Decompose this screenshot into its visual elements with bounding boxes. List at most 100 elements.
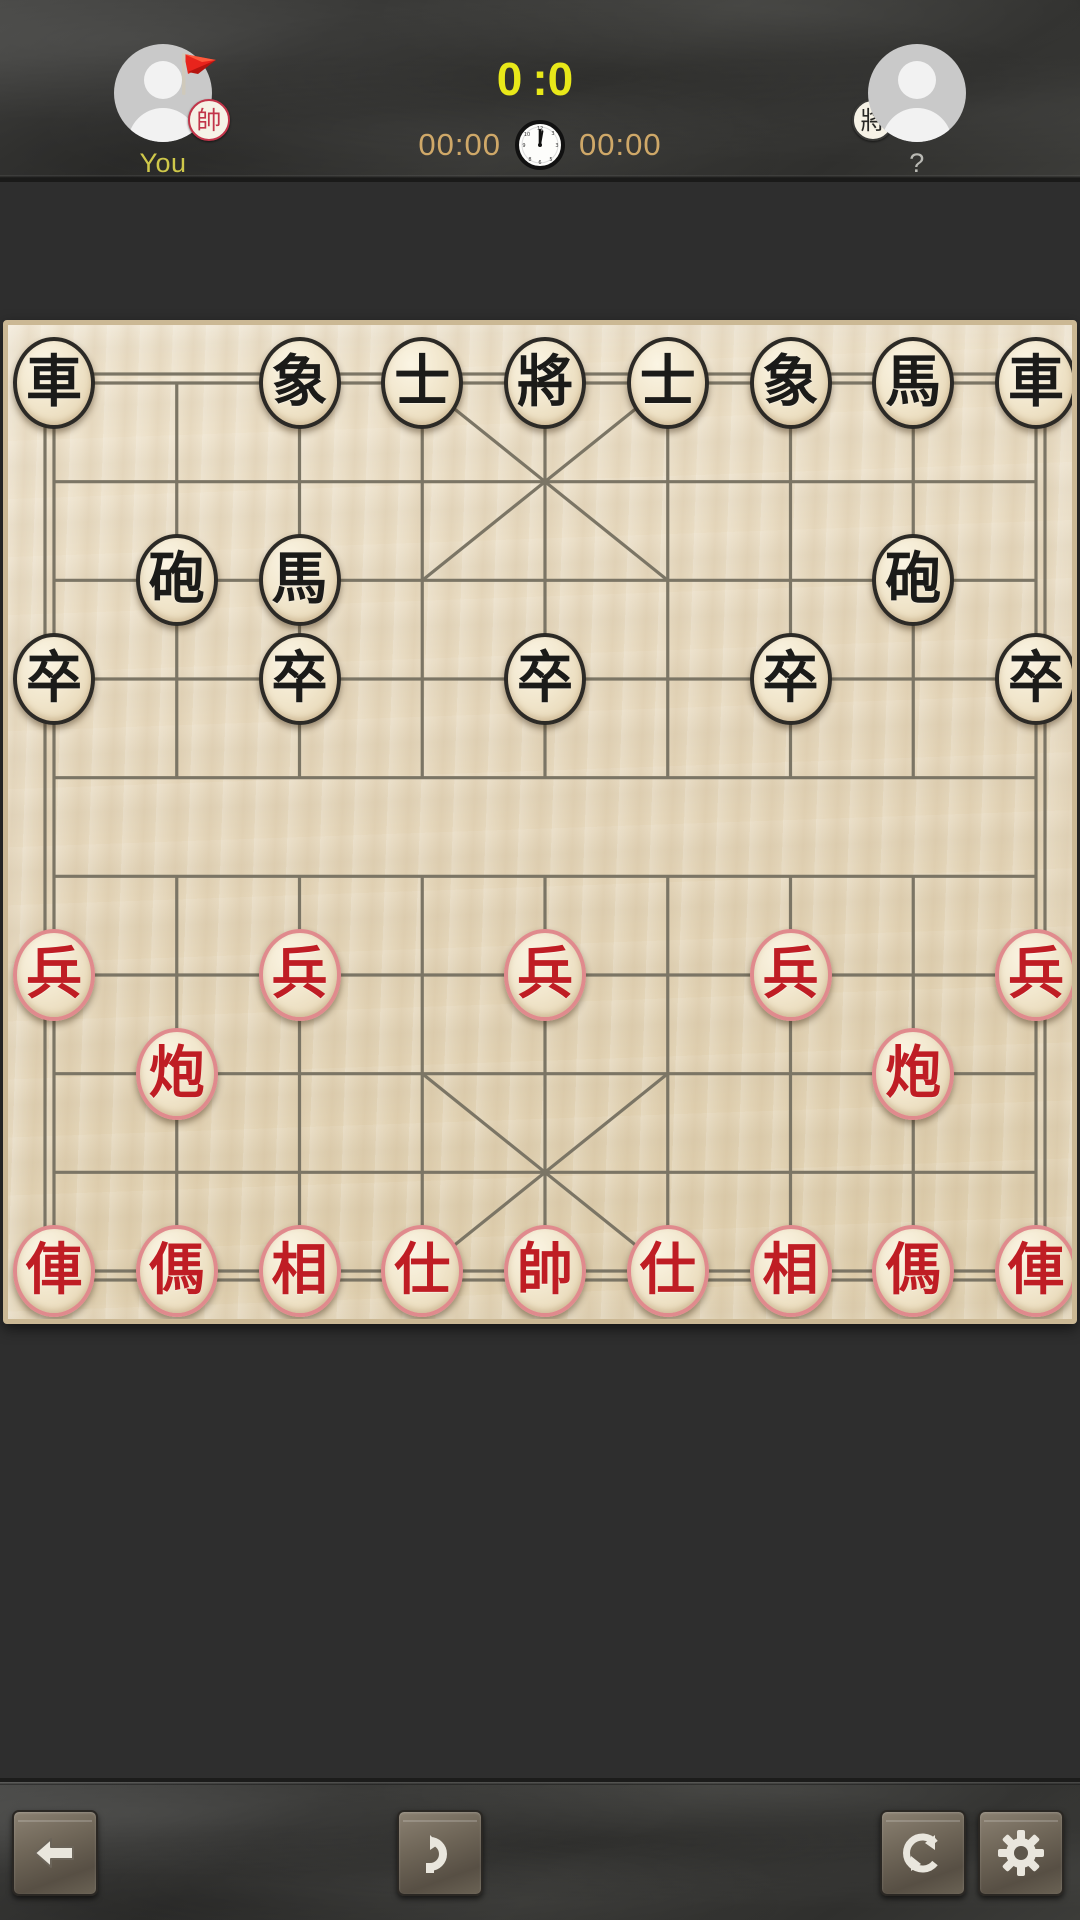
piece-glyph: 卒 [271, 646, 328, 711]
black-soldier[interactable]: 卒 [749, 633, 832, 725]
piece-glyph: 卒 [517, 646, 573, 711]
piece-glyph: 傌 [148, 1238, 205, 1303]
score-right: 0 [547, 53, 584, 105]
red-soldier[interactable]: 兵 [13, 929, 95, 1021]
restart-button[interactable] [880, 1810, 966, 1896]
black-advisor[interactable]: 士 [381, 337, 464, 429]
player-name-left: You [139, 148, 187, 178]
player-panel-left: You [48, 44, 278, 179]
piece-glyph: 砲 [885, 547, 942, 613]
red-advisor[interactable]: 仕 [381, 1225, 464, 1317]
black-cannon[interactable]: 砲 [135, 534, 218, 627]
piece-glyph: 卒 [762, 646, 819, 711]
back-button[interactable] [12, 1810, 98, 1896]
settings-button[interactable] [978, 1810, 1064, 1896]
piece-glyph: 兵 [1008, 942, 1064, 1007]
avatar-body-icon [128, 108, 198, 142]
red-elephant[interactable]: 相 [749, 1225, 832, 1317]
svg-text:3: 3 [551, 131, 554, 137]
svg-text:12: 12 [537, 126, 543, 132]
player-panel-right: ? [802, 44, 1032, 179]
score-row: 0:0 [320, 56, 760, 102]
black-soldier[interactable]: 卒 [13, 633, 95, 725]
red-soldier[interactable]: 兵 [504, 929, 586, 1021]
black-chariot[interactable]: 車 [13, 337, 95, 429]
red-soldier[interactable]: 兵 [995, 929, 1072, 1021]
board-grid [43, 372, 1047, 1282]
score-separator: : [532, 53, 548, 105]
piece-glyph: 卒 [26, 646, 82, 711]
bottom-toolbar [0, 1778, 1080, 1920]
avatar-body-icon [882, 108, 952, 142]
refresh-circle-icon [903, 1833, 938, 1873]
undo-arrow-icon [426, 1835, 447, 1873]
piece-glyph: 兵 [517, 942, 573, 1007]
svg-text:10: 10 [524, 132, 530, 138]
arrow-left-icon [34, 1838, 74, 1868]
avatar[interactable] [868, 44, 966, 142]
red-general-badge: 帥 [188, 99, 230, 141]
piece-glyph: 士 [639, 350, 696, 415]
black-chariot[interactable]: 車 [995, 337, 1072, 429]
piece-glyph: 仕 [639, 1238, 696, 1303]
svg-text:8: 8 [528, 157, 531, 163]
score-and-clock-panel: 0:0 00:00 12 3 3 6 9 10 8 5 00:00 [320, 56, 760, 170]
piece-glyph: 俥 [26, 1238, 82, 1303]
player-name-right: ? [909, 148, 925, 178]
piece-glyph: 炮 [885, 1040, 942, 1106]
xiangqi-board[interactable]: 車象士將士象馬車砲馬砲卒卒卒卒卒兵兵兵兵兵炮炮俥傌相仕帥仕相傌俥 [3, 320, 1077, 1324]
red-chariot[interactable]: 俥 [995, 1225, 1072, 1317]
black-general[interactable]: 將 [504, 337, 586, 429]
red-cannon[interactable]: 炮 [872, 1027, 955, 1120]
piece-glyph: 炮 [148, 1040, 205, 1106]
piece-glyph: 車 [26, 350, 82, 415]
piece-glyph: 砲 [148, 547, 205, 613]
black-cannon[interactable]: 砲 [872, 534, 955, 627]
piece-glyph: 相 [762, 1238, 819, 1303]
piece-glyph: 俥 [1008, 1238, 1064, 1303]
gear-icon [998, 1830, 1044, 1876]
game-header: You 帥 0:0 00:00 12 3 3 6 9 10 8 5 00:00 將 … [0, 0, 1080, 182]
undo-button[interactable] [397, 1810, 483, 1896]
black-elephant[interactable]: 象 [749, 337, 832, 429]
red-soldier[interactable]: 兵 [749, 929, 832, 1021]
piece-glyph: 兵 [271, 942, 328, 1007]
avatar-head-icon [898, 61, 936, 99]
red-chariot[interactable]: 俥 [13, 1225, 95, 1317]
score-left: 0 [496, 53, 533, 105]
red-horse[interactable]: 傌 [872, 1225, 955, 1317]
red-advisor[interactable]: 仕 [626, 1225, 709, 1317]
piece-glyph: 象 [762, 350, 819, 415]
svg-text:6: 6 [538, 160, 541, 166]
piece-glyph: 馬 [885, 350, 942, 415]
piece-glyph: 車 [1008, 350, 1064, 415]
black-horse[interactable]: 馬 [258, 534, 341, 627]
black-elephant[interactable]: 象 [258, 337, 341, 429]
red-general[interactable]: 帥 [504, 1225, 586, 1317]
timer-right: 00:00 [579, 127, 662, 162]
red-cannon[interactable]: 炮 [135, 1027, 218, 1120]
piece-glyph: 傌 [885, 1238, 942, 1303]
svg-text:9: 9 [522, 143, 525, 149]
black-horse[interactable]: 馬 [872, 337, 955, 429]
piece-glyph: 仕 [394, 1238, 451, 1303]
red-flag-icon [182, 53, 216, 95]
piece-glyph: 兵 [26, 942, 82, 1007]
piece-glyph: 將 [517, 350, 573, 415]
piece-glyph: 士 [394, 350, 451, 415]
svg-text:5: 5 [549, 157, 552, 163]
black-soldier[interactable]: 卒 [258, 633, 341, 725]
black-soldier[interactable]: 卒 [504, 633, 586, 725]
red-soldier[interactable]: 兵 [258, 929, 341, 1021]
svg-text:3: 3 [555, 143, 558, 149]
red-elephant[interactable]: 相 [258, 1225, 341, 1317]
piece-glyph: 兵 [762, 942, 819, 1007]
analog-clock-icon: 12 3 3 6 9 10 8 5 [515, 120, 565, 170]
black-advisor[interactable]: 士 [626, 337, 709, 429]
piece-glyph: 卒 [1008, 646, 1064, 711]
piece-glyph: 象 [271, 350, 328, 415]
black-soldier[interactable]: 卒 [995, 633, 1072, 725]
piece-glyph: 馬 [271, 547, 328, 613]
piece-glyph: 帥 [517, 1238, 573, 1303]
red-horse[interactable]: 傌 [135, 1225, 218, 1317]
